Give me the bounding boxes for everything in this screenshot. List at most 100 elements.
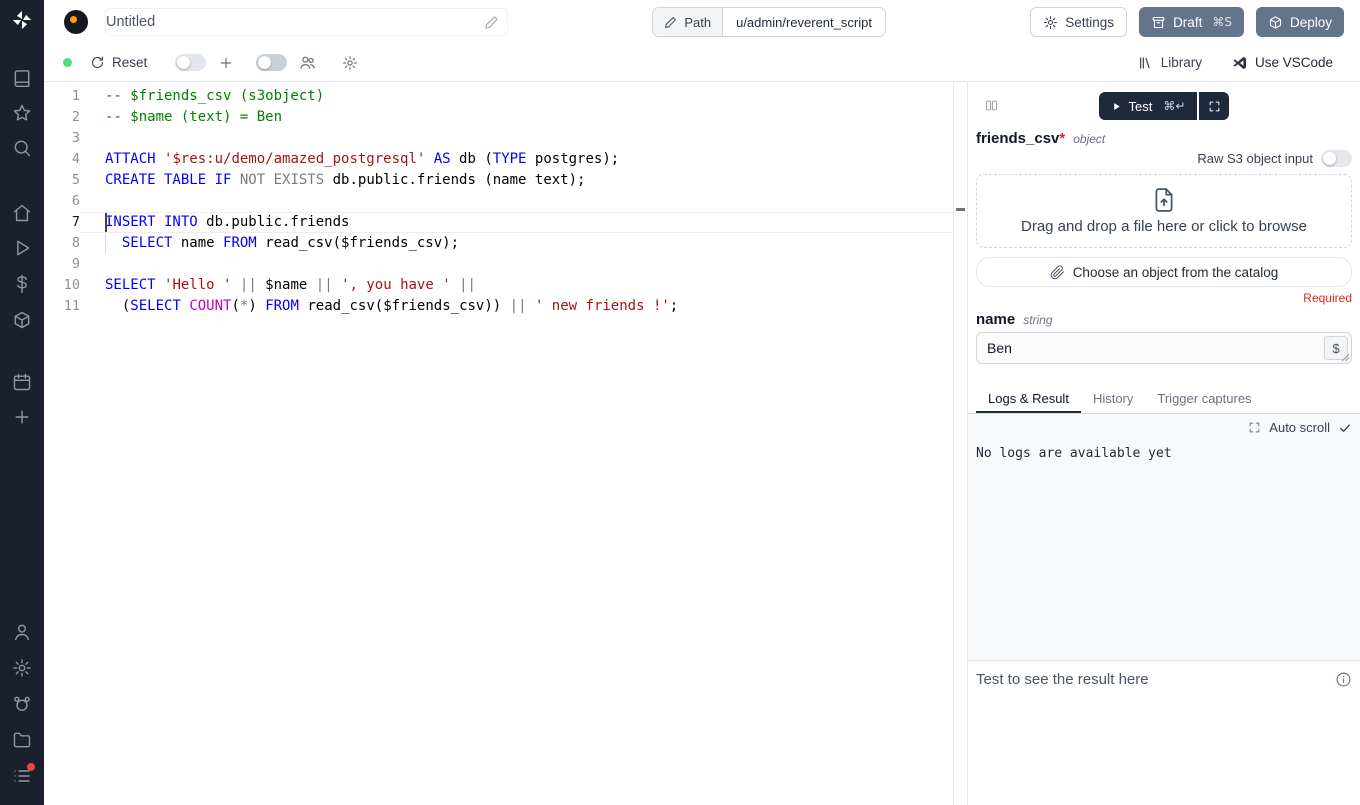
variables-dollar-icon[interactable]: [12, 274, 32, 294]
arg-type: string: [1023, 313, 1052, 327]
code-line[interactable]: 8 SELECT name FROM read_csv($friends_csv…: [44, 233, 953, 254]
tab-logs-result[interactable]: Logs & Result: [976, 386, 1081, 413]
code-token: ' new friends !': [535, 298, 670, 314]
search-icon[interactable]: [12, 138, 32, 158]
code-line[interactable]: 9: [44, 254, 953, 275]
run-preview-panel: Test ⌘↵ friends_csv* object Raw S3 objec…: [967, 82, 1360, 805]
use-vscode-button[interactable]: Use VSCode: [1232, 55, 1333, 71]
arg-type: object: [1073, 132, 1105, 146]
expand-logs-icon[interactable]: [1248, 421, 1261, 434]
code-token: CREATE TABLE IF: [105, 172, 231, 188]
runs-play-icon[interactable]: [12, 238, 32, 258]
code-token: read_csv($friends_csv)): [299, 298, 510, 314]
code-line[interactable]: 3: [44, 128, 953, 149]
line-number: 10: [44, 275, 80, 296]
code-token: ||: [240, 277, 257, 293]
arg-name: name: [976, 311, 1015, 328]
code-token: SELECT: [105, 277, 156, 293]
code-line[interactable]: 4ATTACH '$res:u/demo/amazed_postgresql' …: [44, 149, 953, 170]
deploy-button[interactable]: Deploy: [1256, 7, 1344, 37]
folders-icon[interactable]: [12, 730, 32, 750]
collaborators-icon[interactable]: [299, 54, 316, 71]
code-token: ', you have ': [341, 277, 451, 293]
top-header: Untitled Path u/admin/reverent_script Se…: [44, 0, 1360, 44]
code-editor[interactable]: 1-- $friends_csv (s3object)2 -- $name (te…: [44, 82, 967, 805]
edit-title-pencil-icon[interactable]: [484, 15, 499, 30]
code-token: [333, 277, 341, 293]
library-button[interactable]: Library: [1138, 55, 1202, 71]
code-token: ||: [459, 277, 476, 293]
code-token: AS: [434, 151, 451, 167]
code-token: FROM: [265, 298, 299, 314]
settings-label: Settings: [1065, 15, 1114, 30]
resize-grip[interactable]: [1341, 353, 1350, 362]
code-token: [231, 172, 239, 188]
create-plus-icon[interactable]: [12, 407, 32, 427]
reset-button[interactable]: Reset: [90, 55, 147, 70]
path-editor[interactable]: Path u/admin/reverent_script: [652, 7, 886, 37]
result-area: Test to see the result here: [968, 660, 1360, 805]
collab-toggle[interactable]: [256, 54, 287, 71]
choose-catalog-label: Choose an object from the catalog: [1073, 265, 1279, 280]
add-plus-icon[interactable]: [218, 55, 234, 71]
code-line[interactable]: 1-- $friends_csv (s3object): [44, 86, 953, 107]
panel-tabs: Logs & Result History Trigger captures: [968, 386, 1360, 414]
audit-logs-icon[interactable]: [12, 766, 32, 786]
code-line[interactable]: 7INSERT INTO db.public.friends: [44, 212, 953, 233]
code-token: COUNT: [189, 298, 231, 314]
duckdb-language-icon: [64, 10, 88, 34]
tab-trigger-captures[interactable]: Trigger captures: [1145, 386, 1263, 413]
code-token: (: [231, 298, 239, 314]
code-token: [425, 151, 433, 167]
toggle-panel-icon[interactable]: [984, 98, 999, 113]
raw-s3-toggle[interactable]: [1321, 150, 1352, 167]
line-number: 9: [44, 254, 80, 275]
editor-scrollbar[interactable]: [953, 82, 967, 805]
home-icon[interactable]: [12, 203, 32, 223]
script-title-input[interactable]: Untitled: [105, 8, 508, 36]
code-line[interactable]: 2 -- $name (text) = Ben: [44, 107, 953, 128]
draft-button[interactable]: Draft ⌘S: [1139, 7, 1244, 37]
use-vscode-label: Use VSCode: [1255, 55, 1333, 70]
expand-test-icon[interactable]: [1199, 92, 1229, 120]
settings-gear-icon[interactable]: [12, 658, 32, 678]
code-line[interactable]: 5CREATE TABLE IF NOT EXISTS db.public.fr…: [44, 170, 953, 191]
resources-box-icon[interactable]: [12, 310, 32, 330]
code-token: name: [172, 235, 223, 251]
schedules-calendar-icon[interactable]: [12, 372, 32, 392]
code-line[interactable]: 11 (SELECT COUNT(*) FROM read_csv($frien…: [44, 296, 953, 317]
code-token: FROM: [223, 235, 257, 251]
autoscroll-row: Auto scroll: [968, 414, 1360, 437]
name-input[interactable]: [976, 332, 1352, 364]
tab-history[interactable]: History: [1081, 386, 1145, 413]
assistant-mascot-icon[interactable]: [12, 694, 32, 714]
code-token: ATTACH: [105, 151, 156, 167]
code-line[interactable]: 10SELECT 'Hello ' || $name || ', you hav…: [44, 275, 953, 296]
code-token: [156, 277, 164, 293]
user-icon[interactable]: [12, 622, 32, 642]
diff-toggle[interactable]: [175, 54, 206, 71]
choose-catalog-button[interactable]: Choose an object from the catalog: [976, 257, 1352, 287]
code-token: ||: [316, 277, 333, 293]
settings-button[interactable]: Settings: [1030, 7, 1127, 37]
line-number: 2: [44, 107, 80, 128]
docs-icon[interactable]: [12, 68, 32, 88]
test-label: Test: [1129, 99, 1153, 114]
windmill-logo[interactable]: [11, 9, 33, 31]
edit-path-pencil-icon: [664, 16, 677, 29]
favorites-star-icon[interactable]: [12, 103, 32, 123]
code-token: -- $name (text) = Ben: [105, 109, 282, 125]
autoscroll-check-icon[interactable]: [1338, 421, 1352, 435]
test-button[interactable]: Test ⌘↵: [1099, 92, 1198, 120]
draft-shortcut: ⌘S: [1212, 15, 1232, 29]
code-token: -- $friends_csv (s3object): [105, 88, 324, 104]
test-shortcut: ⌘↵: [1163, 99, 1185, 113]
editor-settings-gear-icon[interactable]: [342, 55, 358, 71]
code-token: INSERT INTO: [105, 214, 198, 230]
line-number: 8: [44, 233, 80, 254]
file-dropzone[interactable]: Drag and drop a file here or click to br…: [976, 174, 1352, 248]
info-icon[interactable]: [1335, 671, 1352, 688]
code-line[interactable]: 6: [44, 191, 953, 212]
draft-label: Draft: [1173, 15, 1202, 30]
status-dot: [63, 58, 72, 67]
